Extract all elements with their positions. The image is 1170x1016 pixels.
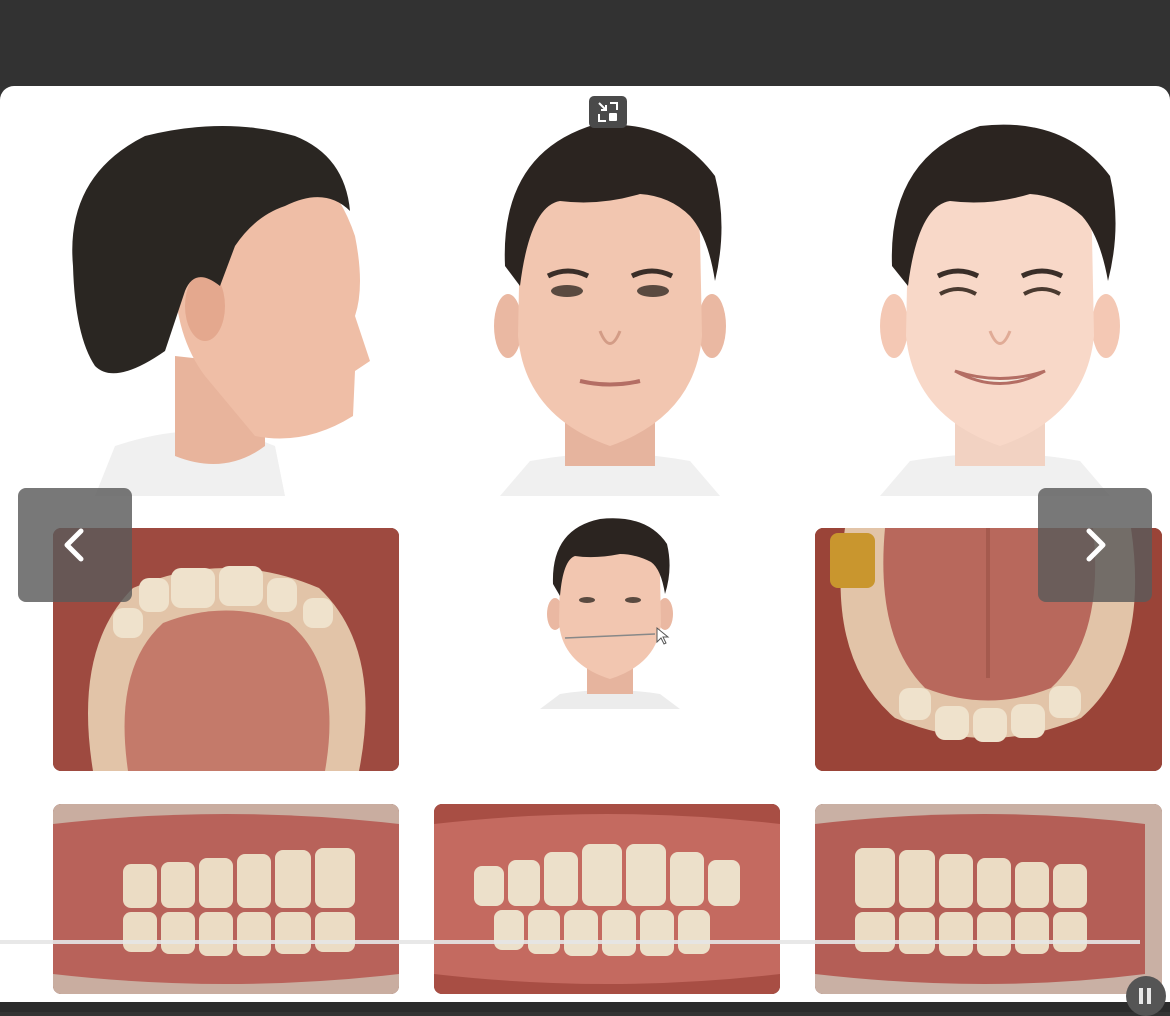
- top-bar: [0, 0, 1170, 86]
- video-progress-track[interactable]: [0, 940, 1140, 944]
- pause-button[interactable]: [1126, 976, 1166, 1016]
- next-button[interactable]: [1038, 488, 1152, 602]
- chevron-left-icon: [64, 528, 84, 562]
- bottom-strip: [0, 1002, 1170, 1012]
- chevron-right-icon: [1086, 528, 1106, 562]
- frontal-occlusion-photo: [434, 804, 780, 994]
- exit-fullscreen-button[interactable]: [589, 96, 627, 128]
- frontal-small-photo: [535, 514, 685, 709]
- left-buccal-photo: [815, 804, 1162, 994]
- frontal-smile-photo: [860, 116, 1140, 496]
- profile-photo: [55, 116, 385, 496]
- exit-fullscreen-icon: [598, 102, 618, 122]
- pause-icon: [1139, 988, 1143, 1004]
- photo-viewer: [0, 86, 1170, 1002]
- right-buccal-photo: [53, 804, 399, 994]
- previous-button[interactable]: [18, 488, 132, 602]
- frontal-rest-photo: [470, 116, 750, 496]
